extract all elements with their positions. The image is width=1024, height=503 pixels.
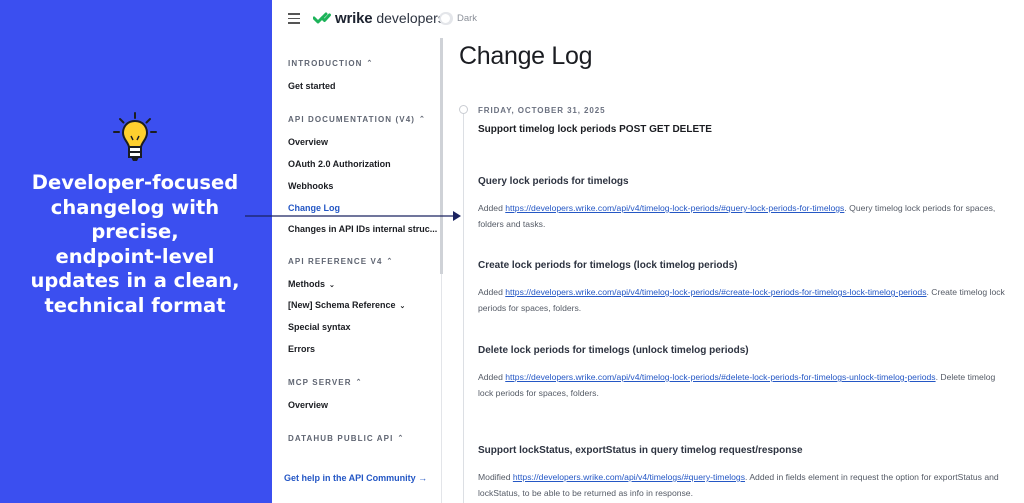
endpoint-link[interactable]: https://developers.wrike.com/api/v4/time… xyxy=(505,372,935,382)
chevron-down-icon: ⌄ xyxy=(399,303,406,310)
timeline-line xyxy=(463,109,464,503)
block-heading: Delete lock periods for timelogs (unlock… xyxy=(478,345,749,356)
sidebar-nav: INTRODUCTION ⌃ Get started API DOCUMENTAT… xyxy=(272,38,442,503)
section-mcp-server[interactable]: MCP SERVER ⌃ xyxy=(288,378,363,387)
page-title: Change Log xyxy=(459,42,593,70)
endpoint-link[interactable]: https://developers.wrike.com/api/v4/time… xyxy=(505,287,926,297)
sidebar-item-special-syntax[interactable]: Special syntax xyxy=(288,322,351,332)
sidebar-item-get-started[interactable]: Get started xyxy=(288,81,336,91)
promo-line: changelog with xyxy=(50,195,220,219)
top-header: wrike developers Dark xyxy=(272,0,1024,38)
chevron-up-icon: ⌃ xyxy=(386,258,394,265)
chevron-down-icon: ⌄ xyxy=(329,282,335,289)
promo-line: precise, xyxy=(91,220,179,243)
entry-title: Support timelog lock periods POST GET DE… xyxy=(478,124,712,135)
block-description: Added https://developers.wrike.com/api/v… xyxy=(478,203,996,229)
block-heading: Create lock periods for timelogs (lock t… xyxy=(478,260,738,271)
sidebar-item-errors[interactable]: Errors xyxy=(288,344,315,354)
chevron-up-icon: ⌃ xyxy=(366,60,374,67)
section-api-documentation[interactable]: API DOCUMENTATION (V4) ⌃ xyxy=(288,115,426,124)
dark-mode-toggle[interactable] xyxy=(439,12,453,25)
block-heading: Support lockStatus, exportStatus in quer… xyxy=(478,445,803,456)
sidebar-item-api-ids-changes[interactable]: Changes in API IDs internal struc... xyxy=(288,224,437,234)
block-description: Modified https://developers.wrike.com/ap… xyxy=(478,472,999,498)
chevron-up-icon: ⌃ xyxy=(355,379,363,386)
logo-word: wrike xyxy=(335,9,373,27)
sidebar-item-oauth[interactable]: OAuth 2.0 Authorization xyxy=(288,159,391,169)
promo-panel: Developer-focused changelog with precise… xyxy=(0,0,272,503)
promo-line: endpoint-level xyxy=(55,244,215,268)
block-heading: Query lock periods for timelogs xyxy=(478,176,629,187)
sidebar-item-methods[interactable]: Methods ⌄ xyxy=(288,279,335,289)
api-community-link[interactable]: Get help in the API Community → xyxy=(284,473,427,483)
sidebar-item-mcp-overview[interactable]: Overview xyxy=(288,400,328,410)
endpoint-link[interactable]: https://developers.wrike.com/api/v4/time… xyxy=(513,472,745,482)
sidebar-item-change-log[interactable]: Change Log xyxy=(288,203,340,213)
section-datahub-public-api[interactable]: DATAHUB PUBLIC API ⌃ xyxy=(288,434,404,443)
logo-sub: developers xyxy=(376,10,445,26)
hamburger-menu-icon[interactable] xyxy=(288,13,300,24)
timeline-dot xyxy=(459,105,468,114)
endpoint-link[interactable]: https://developers.wrike.com/api/v4/time… xyxy=(505,203,844,213)
promo-line: technical format xyxy=(44,293,226,317)
sidebar-item-webhooks[interactable]: Webhooks xyxy=(288,181,333,191)
lightbulb-icon xyxy=(113,112,157,161)
promo-headline: Developer-focused changelog with precise… xyxy=(10,171,260,318)
entry-date: FRIDAY, OCTOBER 31, 2025 xyxy=(478,106,606,115)
section-introduction[interactable]: INTRODUCTION ⌃ xyxy=(288,59,374,68)
block-description: Added https://developers.wrike.com/api/v… xyxy=(478,372,996,398)
sidebar-scrollbar[interactable] xyxy=(440,38,443,274)
sidebar-item-schema-reference[interactable]: [New] Schema Reference ⌄ xyxy=(288,300,405,310)
chevron-up-icon: ⌃ xyxy=(397,435,405,442)
section-api-reference[interactable]: API REFERENCE V4 ⌃ xyxy=(288,257,393,266)
promo-line: updates in a clean, xyxy=(30,269,240,292)
wrike-developers-logo[interactable]: wrike developers xyxy=(313,9,445,27)
sidebar-item-overview[interactable]: Overview xyxy=(288,137,328,147)
chevron-up-icon: ⌃ xyxy=(419,116,426,123)
wrike-check-icon xyxy=(313,12,331,24)
promo-line: Developer-focused xyxy=(31,171,239,194)
block-description: Added https://developers.wrike.com/api/v… xyxy=(478,287,1005,313)
dark-mode-label: Dark xyxy=(457,13,478,24)
